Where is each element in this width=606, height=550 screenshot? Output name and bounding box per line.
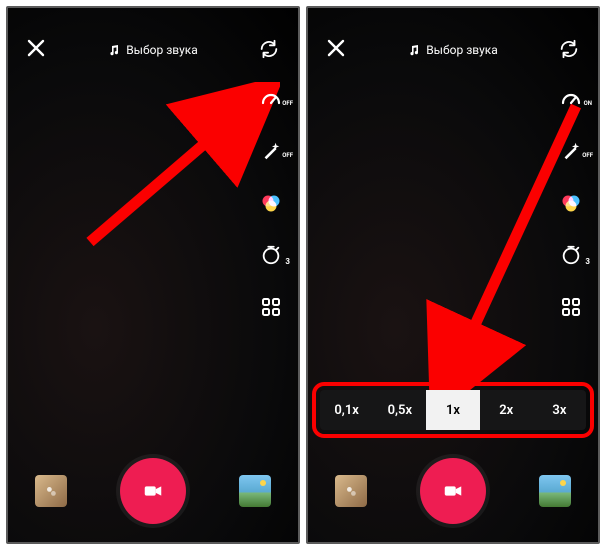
sound-select[interactable]: Выбор звука xyxy=(108,43,198,57)
bottom-bar xyxy=(8,458,298,524)
filters-button[interactable] xyxy=(258,190,284,216)
effects-button[interactable] xyxy=(35,475,67,507)
grid-icon xyxy=(261,297,281,317)
music-note-icon xyxy=(108,44,120,56)
side-toolbar: OFF OFF 3 xyxy=(258,86,284,320)
upload-button[interactable] xyxy=(539,475,571,507)
timer-sub: 3 xyxy=(585,257,590,266)
filters-icon xyxy=(559,191,583,215)
record-button[interactable] xyxy=(420,458,486,524)
beauty-sub: OFF xyxy=(282,152,293,159)
effects-icon xyxy=(43,483,59,499)
flip-camera-button[interactable] xyxy=(558,38,580,60)
speed-option[interactable]: 1x xyxy=(426,390,479,430)
top-bar: Выбор звука xyxy=(8,36,298,64)
comparison-wrap: Выбор звука OFF xyxy=(0,0,606,550)
phone-right: Выбор звука ON xyxy=(306,6,600,544)
more-tools-button[interactable] xyxy=(558,294,584,320)
timer-button[interactable]: 3 xyxy=(558,242,584,268)
close-button[interactable] xyxy=(26,38,46,58)
filters-icon xyxy=(259,191,283,215)
sound-label: Выбор звука xyxy=(126,43,198,57)
beauty-button[interactable]: OFF xyxy=(558,138,584,164)
close-button[interactable] xyxy=(326,38,346,58)
speed-button[interactable]: ON xyxy=(558,86,584,112)
filters-button[interactable] xyxy=(558,190,584,216)
speed-sub: ON xyxy=(584,100,592,107)
speed-button[interactable]: OFF xyxy=(258,86,284,112)
timer-sub: 3 xyxy=(285,257,290,266)
flip-icon xyxy=(558,38,580,60)
close-icon xyxy=(26,38,46,58)
wand-icon xyxy=(260,140,282,162)
beauty-button[interactable]: OFF xyxy=(258,138,284,164)
flip-icon xyxy=(258,38,280,60)
close-icon xyxy=(326,38,346,58)
record-button[interactable] xyxy=(120,458,186,524)
timer-icon xyxy=(560,244,582,266)
upload-button[interactable] xyxy=(239,475,271,507)
speed-option[interactable]: 3x xyxy=(533,390,586,430)
more-tools-button[interactable] xyxy=(258,294,284,320)
video-camera-icon xyxy=(442,480,464,502)
sound-label: Выбор звука xyxy=(426,43,498,57)
grid-icon xyxy=(561,297,581,317)
top-bar: Выбор звука xyxy=(308,36,598,64)
speed-option[interactable]: 2x xyxy=(480,390,533,430)
speed-bar: 0,1x0,5x1x2x3x xyxy=(320,390,586,430)
music-note-icon xyxy=(408,44,420,56)
bottom-bar xyxy=(308,458,598,524)
effects-icon xyxy=(343,483,359,499)
speed-option[interactable]: 0,5x xyxy=(373,390,426,430)
timer-icon xyxy=(260,244,282,266)
speed-sub: OFF xyxy=(282,100,293,107)
side-toolbar: ON OFF 3 xyxy=(558,86,584,320)
beauty-sub: OFF xyxy=(582,152,593,159)
wand-icon xyxy=(560,140,582,162)
sound-select[interactable]: Выбор звука xyxy=(408,43,498,57)
speedometer-icon xyxy=(259,87,283,111)
video-camera-icon xyxy=(142,480,164,502)
timer-button[interactable]: 3 xyxy=(258,242,284,268)
flip-camera-button[interactable] xyxy=(258,38,280,60)
speed-option[interactable]: 0,1x xyxy=(320,390,373,430)
effects-button[interactable] xyxy=(335,475,367,507)
phone-left: Выбор звука OFF xyxy=(6,6,300,544)
speedometer-icon xyxy=(559,87,583,111)
